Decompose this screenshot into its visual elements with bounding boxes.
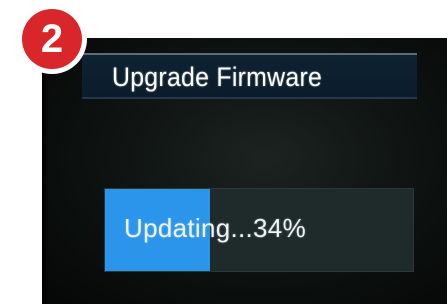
- step-number: 2: [22, 9, 82, 69]
- step-number-badge: 2: [17, 4, 87, 74]
- progress-bar: Updating...34%: [104, 188, 414, 272]
- screen-bezel-edge: [42, 38, 48, 304]
- device-screen: Upgrade Firmware Updating...34%: [42, 38, 447, 304]
- photo-frame: Upgrade Firmware Updating...34% 2: [0, 0, 447, 304]
- progress-label: Updating...34%: [124, 213, 306, 243]
- dialog-title: Upgrade Firmware: [112, 62, 323, 92]
